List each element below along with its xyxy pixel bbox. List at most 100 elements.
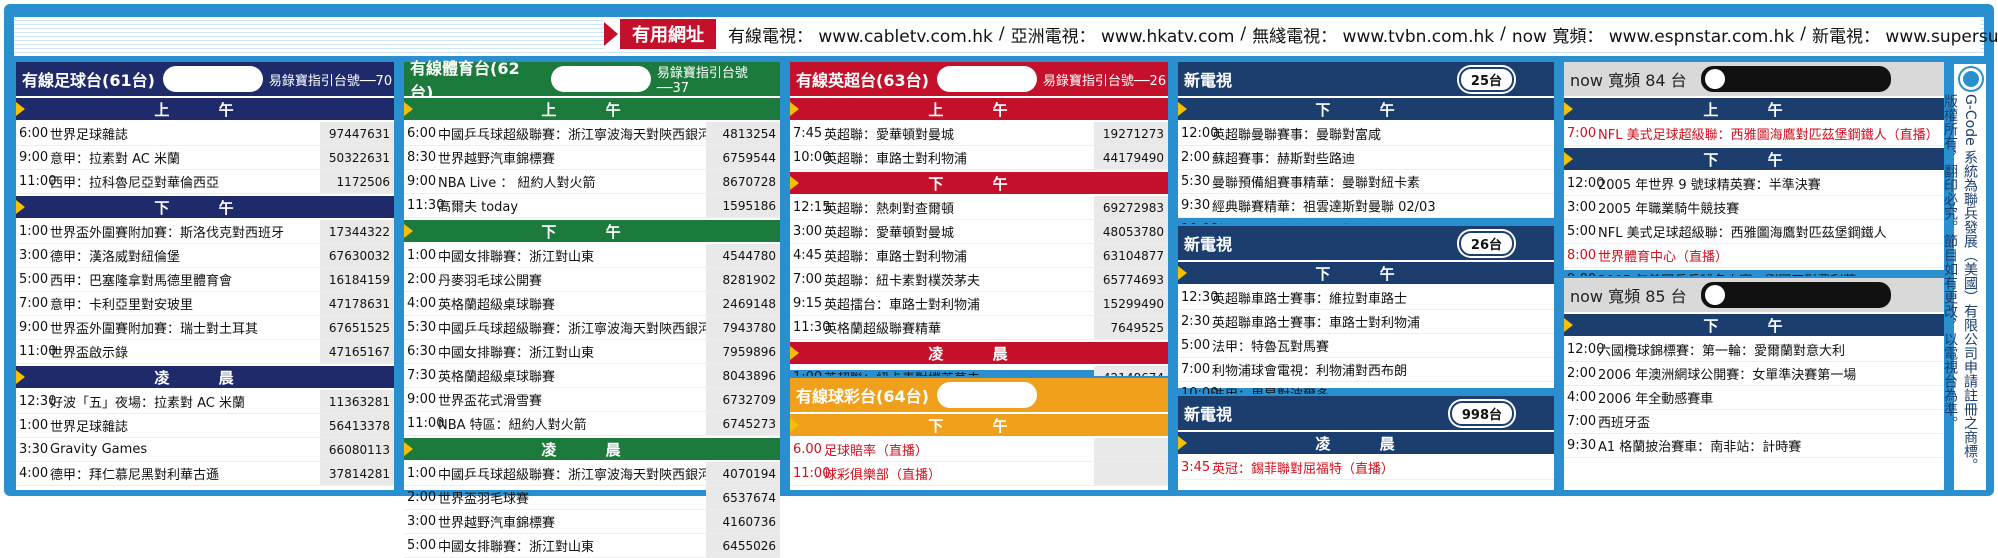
section-header: 上 午 <box>404 98 780 120</box>
schedule-row: 8:30 世界越野汽車錦標賽 6759544 <box>404 146 780 170</box>
link-cable[interactable]: 有線電視： www.cabletv.com.hk <box>728 22 993 47</box>
program: 西甲：拉科魯尼亞對華倫西亞 <box>50 176 220 191</box>
time: 11:00 <box>793 466 831 481</box>
link-atv[interactable]: 亞洲電視： www.hkatv.com <box>1011 22 1235 47</box>
schedule-row: 12:15 英超聯：熱刺對查爾頓 69272983 <box>790 196 1168 220</box>
pill-shape <box>936 382 1037 408</box>
schedule-row: 11:00 NBA 特區：紐約人對火箭 6745273 <box>404 412 780 436</box>
time: 7:30 <box>407 368 437 383</box>
program: 世界盃羽毛球賽 <box>438 492 530 507</box>
section-header: 下 午 <box>790 414 1168 436</box>
gcode-number: 11363281 <box>320 390 394 413</box>
time: 2:00 <box>407 272 437 287</box>
gcode-number: 4544780 <box>706 244 780 267</box>
gcode-number: 19271273 <box>1094 122 1168 145</box>
schedule-row: 10:00 英超聯：車路士對利物浦 44179490 <box>790 146 1168 170</box>
schedule-row: 11:30 高爾夫 today 1595186 <box>404 194 780 218</box>
section-header: 凌 晨 <box>790 342 1168 364</box>
time: 11:30 <box>407 198 445 213</box>
program: 英超聯曼聯賽事：曼聯對富咸 <box>1212 128 1382 143</box>
schedule-row: 8:00 世界體育中心（直播） <box>1564 244 1944 268</box>
panel-now-84: now 寬頻 84 台上 午 7:00 NFL 美式足球超級聯：西雅圖海鷹對匹茲堡鋼… <box>1562 60 1946 292</box>
program: 中國女排聯賽：浙江對山東 <box>438 250 595 265</box>
time: 3:00 <box>19 248 49 263</box>
gcode-number: 65774693 <box>1094 268 1168 291</box>
gcode-number: 69272983 <box>1094 196 1168 219</box>
gcode-number: 56413378 <box>320 414 394 437</box>
time: 5:30 <box>407 320 437 335</box>
time: 2:00 <box>407 490 437 505</box>
schedule-row: 6:00中國乒乓球超級聯賽：浙江寧波海天對陝西銀河國梁4813254 <box>404 122 780 146</box>
pill-shape <box>162 66 263 92</box>
section-header: 下 午 <box>1178 262 1554 284</box>
section-header: 下 午 <box>404 220 780 242</box>
gcode-number: 67651525 <box>320 316 394 339</box>
pill-shape <box>936 66 1037 92</box>
pill-shape <box>550 66 651 92</box>
schedule-row: 7:30 英格蘭超級桌球聯賽 8043896 <box>404 364 780 388</box>
schedule-row: 6.00 足球賠率（直播） <box>790 438 1168 462</box>
program: 中國乒乓球超級聯賽：浙江寧波海天對陝西銀河國梁 <box>438 468 706 483</box>
schedule-row: 11:00 世界盃啟示錄 47165167 <box>16 340 394 364</box>
copyright-notice: G-Code 系統為聯兵發展（美國）有限公司申請註冊之商標。版權所有，翻印必究。… <box>1942 62 1988 492</box>
schedule-row: 9:00 世界盃外圍賽附加賽：瑞士對土耳其 67651525 <box>16 316 394 340</box>
panel-header: now 寬頻 85 台 <box>1564 278 1944 312</box>
section-header: 下 午 <box>16 196 394 218</box>
schedule-row: 11:00 球彩俱樂部（直播） <box>790 462 1168 486</box>
time: 1:00 <box>19 224 49 239</box>
time: 9:00 <box>407 174 437 189</box>
gcode-number: 7959896 <box>706 340 780 363</box>
gcode-number <box>1094 462 1168 485</box>
panel-header: 新電視 25台 <box>1178 62 1554 96</box>
section-header: 上 午 <box>1564 98 1944 120</box>
link-tvb[interactable]: 無綫電視： www.tvbn.com.hk <box>1252 22 1494 47</box>
guide-number: 易錄寶指引台號──37 <box>656 66 748 96</box>
channel-title: 新電視 <box>1184 71 1233 90</box>
program: 英格蘭超級聯賽精華 <box>824 322 942 337</box>
channel-title: now 寬頻 84 台 <box>1570 71 1687 90</box>
schedule-row: 3:00 世界越野汽車錦標賽 4160736 <box>404 510 780 534</box>
schedule-row: 1:00 世界盃外圍賽附加賽：斯洛伐克對西班牙 17344322 <box>16 220 394 244</box>
gcode-number: 48053780 <box>1094 220 1168 243</box>
link-now[interactable]: now 寬頻： www.espnstar.com.hk <box>1512 22 1794 47</box>
time: 12:30 <box>1181 290 1219 305</box>
program: 2005 年職業騎牛競技賽 <box>1598 202 1740 217</box>
gcode-number: 47178631 <box>320 292 394 315</box>
section-header: 下 午 <box>1178 98 1554 120</box>
schedule-row: 9:00 意甲：拉素對 AC 米蘭 50322631 <box>16 146 394 170</box>
schedule-row: 4:00 德甲：拜仁慕尼黑對利華古遜 37814281 <box>16 462 394 486</box>
panel-cable-epl: 有線英超台(63台) 易錄寶指引台號──26 上 午 7:45 英超聯：愛華頓對曼城 19… <box>788 60 1170 438</box>
time: 7:00 <box>793 272 823 287</box>
time: 4:00 <box>407 296 437 311</box>
schedule-row: 6:00 世界足球雜誌 97447631 <box>16 122 394 146</box>
time: 1:00 <box>407 248 437 263</box>
gcode-number: 6732709 <box>706 388 780 411</box>
time: 5:00 <box>1567 224 1597 239</box>
panel-header: 新電視 26台 <box>1178 226 1554 260</box>
useful-links-bar: 有用網址 有線電視： www.cabletv.com.hk / 亞洲電視： www… <box>604 18 1998 50</box>
time: 8:30 <box>407 150 437 165</box>
schedule-row: 7:00 意甲：卡利亞里對安玻里 47178631 <box>16 292 394 316</box>
schedule-row: 1:00 世界足球雜誌 56413378 <box>16 414 394 438</box>
program: 六國欖球錦標賽：第一輪：愛爾蘭對意大利 <box>1598 344 1846 359</box>
program: 英超聯：愛華頓對曼城 <box>824 226 955 241</box>
time: 5:00 <box>19 272 49 287</box>
time: 9:00 <box>19 150 49 165</box>
time: 12:00 <box>1567 176 1605 191</box>
time: 9:00 <box>407 392 437 407</box>
schedule-row: 12:30 英超聯車路士賽事：維拉對車路士 <box>1178 286 1554 310</box>
program: 英超聯車路士賽事：維拉對車路士 <box>1212 292 1408 307</box>
time: 9:30 <box>1567 438 1597 453</box>
program: 世界越野汽車錦標賽 <box>438 152 556 167</box>
section-header: 凌 晨 <box>404 438 780 460</box>
gcode-number: 6759544 <box>706 146 780 169</box>
schedule-row: 4:00 2006 年全動感賽車 <box>1564 386 1944 410</box>
program: 英超擂台：車路士對利物浦 <box>824 298 981 313</box>
gcode-number: 15299490 <box>1094 292 1168 315</box>
link-supersun[interactable]: 新電視： www.supersun.com.hk <box>1812 22 1998 47</box>
program: 英格蘭超級桌球聯賽 <box>438 298 556 313</box>
time: 7:00 <box>1181 362 1211 377</box>
section-header: 下 午 <box>1564 314 1944 336</box>
program: 中國乒乓球超級聯賽：浙江寧波海天對陝西銀河國梁 <box>438 128 706 143</box>
gcode-number: 16184159 <box>320 268 394 291</box>
